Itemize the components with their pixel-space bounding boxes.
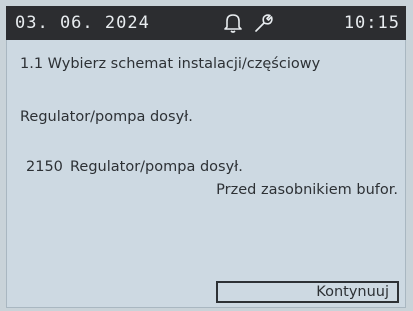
- display-screen: 03. 06. 2024 10:15 1.1 Wybierz schemat i…: [6, 6, 406, 308]
- option-name: Regulator/pompa dosył.: [70, 159, 243, 175]
- option-code: 2150: [26, 159, 63, 175]
- continue-button[interactable]: Kontynuuj: [216, 281, 399, 303]
- status-time: 10:15: [343, 13, 400, 33]
- bell-icon: [223, 12, 243, 34]
- selected-option-name: Regulator/pompa dosył.: [20, 109, 193, 125]
- menu-title: 1.1 Wybierz schemat instalacji/częściowy: [20, 56, 321, 72]
- status-icons: [223, 12, 273, 34]
- status-date: 03. 06. 2024: [15, 13, 150, 33]
- option-description: Przed zasobnikiem bufor.: [216, 182, 398, 198]
- wrench-icon: [253, 12, 273, 34]
- status-bar: 03. 06. 2024 10:15: [6, 6, 406, 40]
